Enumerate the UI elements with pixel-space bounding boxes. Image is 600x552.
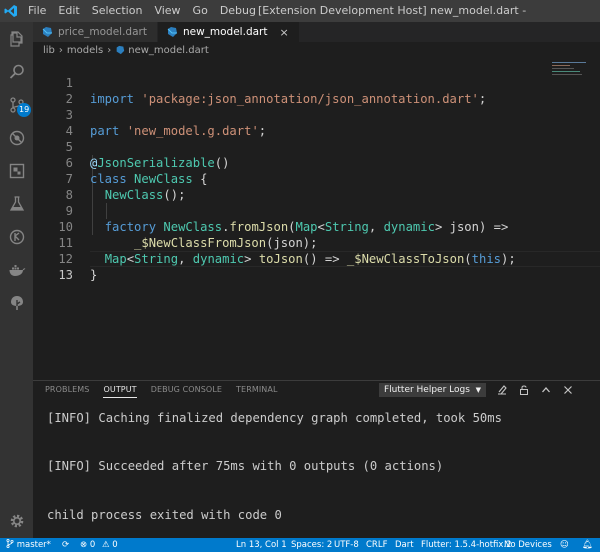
code-line: 9 factory NewClass.fromJson(Map<String, … [33, 187, 600, 234]
status-bar: master* ⟳ ⊗ 0 ⚠ 0 Ln 13, Col 1 Spaces: 2… [0, 538, 600, 552]
tab-terminal[interactable]: TERMINAL [236, 381, 277, 399]
tab-new-model[interactable]: new_model.dart × [157, 22, 300, 42]
code-line: 5 @JsonSerializable() [33, 123, 600, 170]
tab-label: price_model.dart [58, 26, 147, 38]
sync-icon[interactable]: ⟳ [62, 538, 69, 552]
tab-output[interactable]: OUTPUT [103, 382, 137, 398]
close-tab-icon[interactable]: × [279, 26, 288, 39]
explorer-icon[interactable] [0, 22, 33, 55]
eol-status[interactable]: CRLF [366, 538, 387, 552]
tab-price-model[interactable]: price_model.dart [33, 22, 158, 42]
device-selector[interactable]: No Devices [504, 538, 552, 552]
output-line: [INFO] Succeeded after 75ms with 0 outpu… [47, 459, 444, 473]
notifications-bell-icon[interactable]: 🔔︎ [582, 538, 593, 552]
code-line: 7 NewClass(); [33, 155, 600, 202]
cursor-position[interactable]: Ln 13, Col 1 [236, 538, 287, 552]
code-line: 1 import 'package:json_annotation/json_a… [33, 59, 600, 106]
dart-file-icon [115, 45, 125, 55]
panel-actions [495, 383, 583, 397]
breadcrumb-separator-icon: › [58, 44, 63, 56]
search-icon[interactable] [0, 55, 33, 88]
menu-selection[interactable]: Selection [86, 0, 149, 22]
error-count: 0 [89, 540, 96, 550]
dart-file-icon [41, 26, 53, 38]
vscode-logo-icon [0, 0, 22, 22]
warning-count: 0 [112, 540, 118, 550]
code-line: 10 _$NewClassFromJson(json); [33, 203, 600, 250]
log-channel-select[interactable]: Flutter Helper Logs ▼ [379, 383, 486, 397]
menu-debug[interactable]: Debug [214, 0, 262, 22]
flutter-version[interactable]: Flutter: 1.5.4-hotfix.2 [421, 538, 512, 552]
minimap[interactable] [552, 62, 592, 92]
close-panel-icon[interactable] [561, 383, 575, 397]
code-line: 12 } [33, 235, 600, 282]
lock-scroll-icon[interactable] [517, 383, 531, 397]
menu-edit[interactable]: Edit [52, 0, 85, 22]
code-line: 11 Map<String, dynamic> toJson() => _$Ne… [33, 219, 600, 266]
breadcrumb: lib › models › new_model.dart [33, 42, 600, 58]
code-line: 6 class NewClass { [33, 139, 600, 186]
git-branch-icon [6, 538, 14, 549]
line-number: 13 [58, 268, 73, 282]
error-icon: ⊗ [80, 540, 88, 550]
breadcrumb-lib[interactable]: lib [43, 45, 55, 56]
git-icon[interactable] [0, 220, 33, 253]
tree-icon[interactable] [0, 286, 33, 319]
output-line: child process exited with code 0 [47, 508, 282, 522]
extensions-icon[interactable] [0, 154, 33, 187]
breadcrumb-file[interactable]: new_model.dart [128, 45, 209, 56]
chevron-down-icon: ▼ [475, 386, 481, 394]
problems-status[interactable]: ⊗ 0 ⚠ 0 [80, 538, 118, 552]
breadcrumb-models[interactable]: models [67, 45, 103, 56]
editor-tabs: price_model.dart new_model.dart × [33, 22, 600, 42]
menu-file[interactable]: File [22, 0, 52, 22]
warning-icon: ⚠ [101, 540, 110, 550]
window-title: [Extension Development Host] new_model.d… [258, 4, 528, 17]
log-channel-value: Flutter Helper Logs [384, 385, 470, 395]
code-line: 2 [33, 75, 600, 106]
bottom-panel: PROBLEMS OUTPUT DEBUG CONSOLE TERMINAL F… [33, 380, 600, 538]
dart-file-icon [166, 26, 178, 38]
menu-go[interactable]: Go [187, 0, 214, 22]
menu-view[interactable]: View [148, 0, 186, 22]
code-editor[interactable]: 1 import 'package:json_annotation/json_a… [33, 58, 600, 380]
settings-gear-icon[interactable] [0, 504, 33, 537]
branch-name: master* [16, 540, 51, 550]
debug-icon[interactable] [0, 121, 33, 154]
menu-bar: File Edit Selection View Go Debug [22, 0, 262, 22]
code-line: 8 [33, 171, 600, 202]
test-icon[interactable] [0, 187, 33, 220]
code-line: 4 [33, 107, 600, 138]
language-mode[interactable]: Dart [395, 538, 414, 552]
code-line: 13 [33, 251, 600, 282]
tab-problems[interactable]: PROBLEMS [45, 381, 89, 399]
tab-label: new_model.dart [182, 26, 268, 38]
feedback-icon[interactable]: ☺ [560, 538, 569, 552]
tab-debug-console[interactable]: DEBUG CONSOLE [151, 381, 222, 399]
activity-bar: 19 [0, 22, 33, 538]
branch-status[interactable]: master* [6, 538, 51, 552]
clear-output-icon[interactable] [495, 383, 509, 397]
docker-icon[interactable] [0, 253, 33, 286]
output-line: [INFO] Caching finalized dependency grap… [47, 411, 502, 425]
code-line: 3 part 'new_model.g.dart'; [33, 91, 600, 138]
encoding-status[interactable]: UTF-8 [334, 538, 359, 552]
breadcrumb-separator-icon: › [107, 44, 112, 56]
indentation-status[interactable]: Spaces: 2 [291, 538, 332, 552]
title-bar: File Edit Selection View Go Debug [Exten… [0, 0, 600, 22]
maximize-panel-icon[interactable] [539, 383, 553, 397]
